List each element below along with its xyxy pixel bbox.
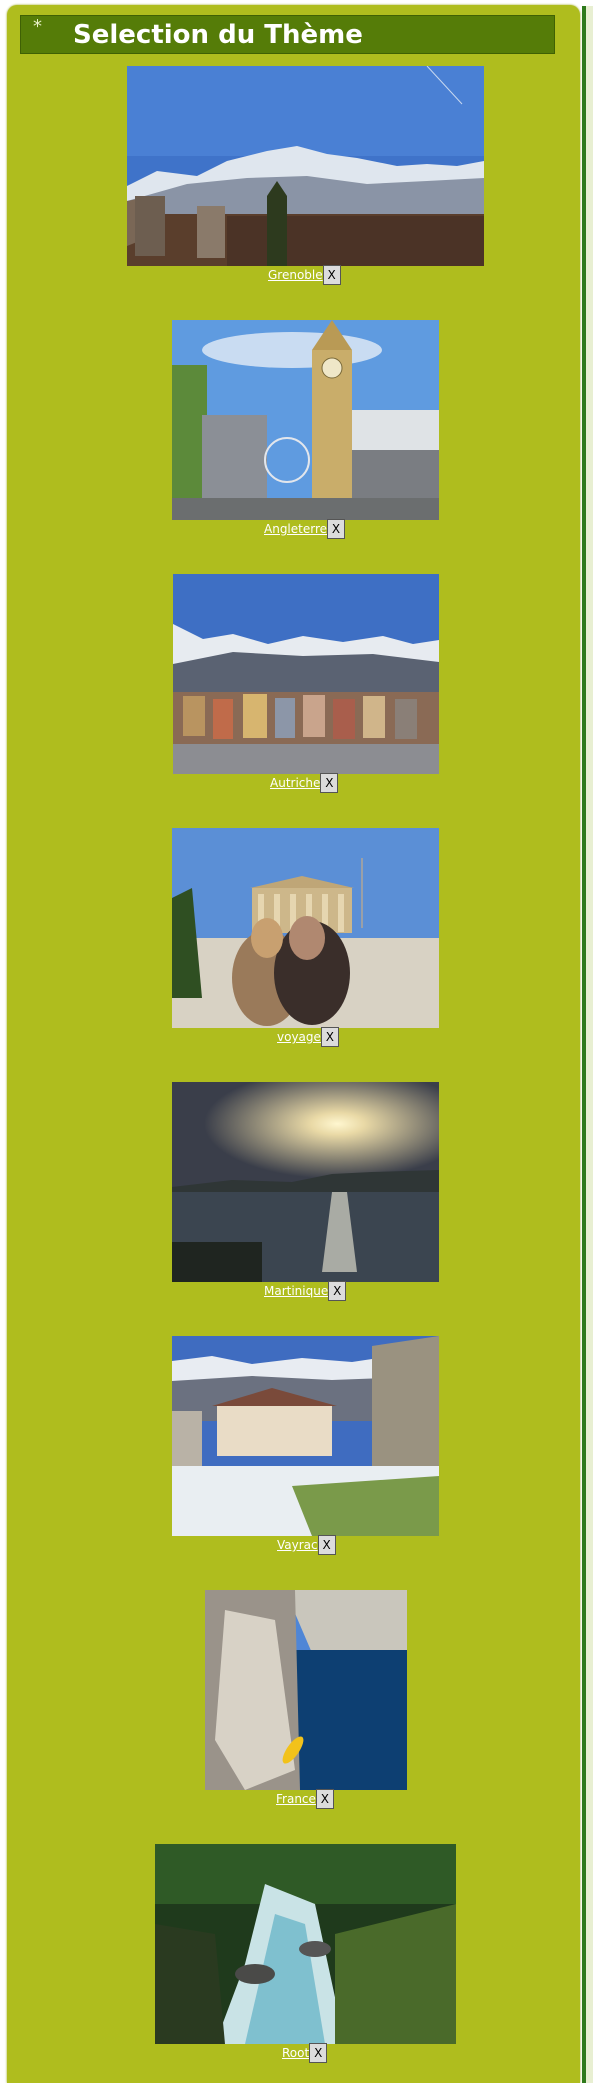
delete-theme-button[interactable]: X xyxy=(320,1027,339,1047)
theme-image-grenoble[interactable] xyxy=(127,66,484,266)
theme-caption-autriche: Autriche X xyxy=(270,773,339,793)
theme-link[interactable]: voyage xyxy=(277,1030,321,1044)
delete-theme-button[interactable]: X xyxy=(327,519,346,539)
delete-theme-button[interactable]: X xyxy=(315,1789,334,1809)
theme-image-art xyxy=(127,66,484,266)
delete-theme-button[interactable]: X xyxy=(317,1535,336,1555)
theme-image-art xyxy=(172,1082,439,1282)
delete-theme-button[interactable]: X xyxy=(328,1281,347,1301)
theme-caption-root: Root X xyxy=(282,2043,328,2063)
theme-image-autriche[interactable] xyxy=(173,574,439,774)
theme-image-france[interactable] xyxy=(205,1590,407,1790)
theme-caption-martinique: Martinique X xyxy=(264,1281,347,1301)
theme-caption-grenoble: Grenoble X xyxy=(268,265,341,285)
delete-theme-button[interactable]: X xyxy=(320,773,339,793)
page-title: Selection du Thème xyxy=(73,20,363,50)
theme-image-voyage[interactable] xyxy=(172,828,439,1028)
theme-caption-vayrac: Vayrac X xyxy=(277,1535,336,1555)
theme-image-art xyxy=(172,320,439,520)
theme-image-angleterre[interactable] xyxy=(172,320,439,520)
title-marker: * xyxy=(33,16,42,37)
theme-image-root[interactable] xyxy=(155,1844,456,2044)
side-rail-edge xyxy=(586,6,593,2083)
title-bar: * Selection du Thème xyxy=(20,15,555,54)
theme-link[interactable]: France xyxy=(276,1792,316,1806)
theme-link[interactable]: Grenoble xyxy=(268,268,323,282)
theme-image-martinique[interactable] xyxy=(172,1082,439,1282)
theme-link[interactable]: Angleterre xyxy=(264,522,327,536)
theme-image-art xyxy=(155,1844,456,2044)
theme-image-art xyxy=(172,1336,439,1536)
theme-link[interactable]: Autriche xyxy=(270,776,320,790)
theme-link[interactable]: Vayrac xyxy=(277,1538,318,1552)
theme-link[interactable]: Root xyxy=(282,2046,309,2060)
delete-theme-button[interactable]: X xyxy=(309,2043,328,2063)
theme-image-art xyxy=(205,1590,407,1790)
theme-link[interactable]: Martinique xyxy=(264,1284,328,1298)
theme-image-art xyxy=(173,574,439,774)
theme-image-art xyxy=(172,828,439,1028)
theme-caption-voyage: voyage X xyxy=(277,1027,339,1047)
delete-theme-button[interactable]: X xyxy=(322,265,341,285)
theme-image-vayrac[interactable] xyxy=(172,1336,439,1536)
theme-caption-france: France X xyxy=(276,1789,334,1809)
theme-caption-angleterre: Angleterre X xyxy=(264,519,346,539)
